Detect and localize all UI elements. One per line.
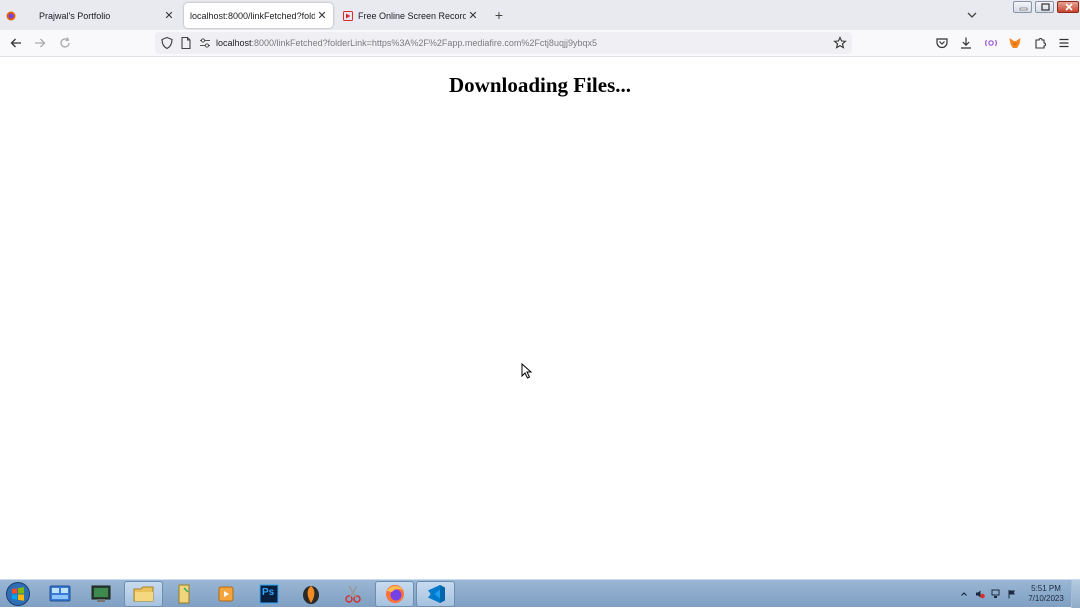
taskbar-terminal[interactable]	[81, 581, 120, 607]
close-tab-icon[interactable]: ✕	[466, 9, 480, 23]
tracking-protection-shield-icon[interactable]	[160, 36, 174, 50]
reload-icon[interactable]	[58, 36, 72, 50]
close-tab-icon[interactable]: ✕	[315, 9, 329, 23]
list-all-tabs-chevron-icon[interactable]	[965, 8, 979, 22]
tab-label: Free Online Screen Recorder &	[358, 10, 466, 21]
scissors-icon	[344, 585, 361, 603]
taskbar-file-explorer[interactable]	[124, 581, 163, 607]
window-close-button[interactable]	[1057, 1, 1079, 13]
tab-label: localhost:8000/linkFetched?folderLink	[190, 10, 315, 21]
clock-time: 5:51 PM	[1031, 584, 1061, 593]
documents-icon	[178, 584, 189, 604]
control-panel-icon	[49, 585, 70, 602]
new-tab-button[interactable]: +	[492, 7, 506, 23]
show-hidden-icons-chevron-icon[interactable]	[959, 589, 969, 599]
navigation-toolbar: localhost:8000/linkFetched?folderLink=ht…	[0, 30, 1080, 57]
windows-start-orb-icon[interactable]	[3, 581, 33, 607]
taskbar-media-player[interactable]	[206, 581, 245, 607]
metamask-fox-icon[interactable]	[1008, 36, 1022, 50]
network-icon[interactable]	[991, 589, 1001, 599]
show-desktop-button[interactable]	[1071, 580, 1080, 608]
window-minimize-button[interactable]	[1013, 1, 1032, 13]
vscode-icon	[427, 585, 445, 603]
hamburger-menu-icon[interactable]	[1057, 36, 1071, 50]
back-arrow-icon[interactable]	[9, 36, 23, 50]
forward-arrow-icon[interactable]	[33, 36, 47, 50]
tab-link-fetched[interactable]: localhost:8000/linkFetched?folderLink ✕	[184, 3, 333, 28]
clock-date: 7/10/2023	[1028, 594, 1064, 603]
taskbar-snipping-tool[interactable]	[333, 581, 372, 607]
mouse-pointer-icon	[521, 363, 533, 379]
downloads-icon[interactable]	[959, 36, 973, 50]
url-path: :8000/linkFetched?folderLink=https%3A%2F…	[251, 38, 597, 48]
media-player-icon	[218, 586, 233, 602]
system-clock[interactable]: 5:51 PM 7/10/2023	[1024, 584, 1068, 604]
folder-icon	[133, 586, 153, 602]
page-info-icon[interactable]	[179, 36, 193, 50]
photoshop-label: Ps	[262, 587, 275, 598]
tab-prajwals-portfolio[interactable]: Prajwal's Portfolio ✕	[0, 3, 180, 28]
firefox-favicon-icon	[6, 11, 16, 20]
action-center-flag-icon[interactable]	[1007, 589, 1017, 599]
url-text: localhost:8000/linkFetched?folderLink=ht…	[216, 38, 597, 48]
taskbar-photoshop[interactable]: Ps	[249, 581, 288, 607]
tab-screen-recorder[interactable]: Free Online Screen Recorder & ✕	[337, 3, 484, 28]
address-bar[interactable]: localhost:8000/linkFetched?folderLink=ht…	[155, 32, 852, 54]
tab-strip: Prajwal's Portfolio ✕ localhost:8000/lin…	[0, 0, 1080, 30]
window-restore-button[interactable]	[1035, 1, 1054, 13]
bookmark-star-icon[interactable]	[833, 36, 847, 50]
page-content: Downloading Files...	[0, 58, 1080, 579]
tab-label: Prajwal's Portfolio	[39, 10, 111, 21]
permissions-icon[interactable]	[198, 36, 212, 50]
extensions-puzzle-icon[interactable]	[1033, 36, 1047, 50]
taskbar-fl-studio[interactable]	[291, 581, 330, 607]
pocket-icon[interactable]	[935, 36, 949, 50]
taskbar-documents[interactable]	[165, 581, 204, 607]
taskbar-vscode[interactable]	[416, 581, 455, 607]
taskbar-firefox[interactable]	[375, 581, 414, 607]
volume-muted-icon[interactable]	[975, 589, 985, 599]
windows-taskbar: Ps 5:51 PM 7/10/2023	[0, 579, 1080, 608]
firefox-icon	[385, 585, 404, 603]
page-heading: Downloading Files...	[448, 73, 632, 97]
close-tab-icon[interactable]: ✕	[162, 9, 176, 23]
terminal-icon	[91, 585, 110, 602]
taskbar-control-panel[interactable]	[40, 581, 79, 607]
fl-studio-icon	[302, 586, 319, 604]
recorder-favicon-icon	[343, 10, 353, 21]
extension-purple-icon[interactable]	[984, 36, 998, 50]
url-host: localhost	[216, 38, 252, 48]
